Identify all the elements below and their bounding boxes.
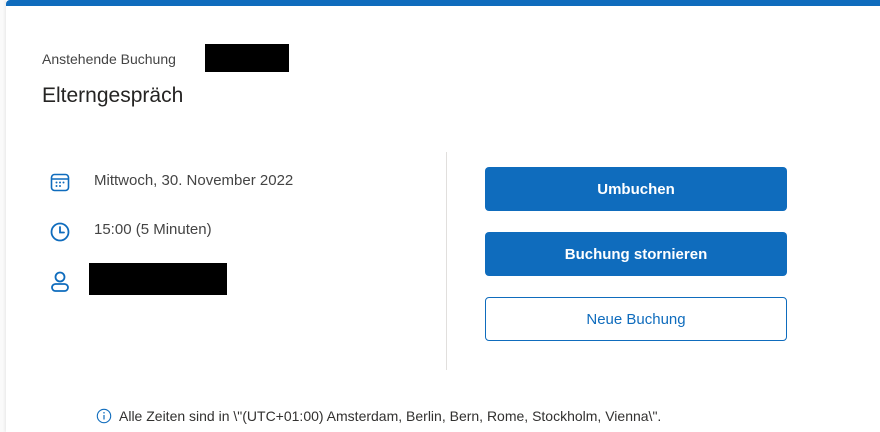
reschedule-button[interactable]: Umbuchen — [485, 167, 787, 211]
pending-booking-text: Anstehende Buchung — [42, 51, 176, 67]
booking-card: Anstehende Buchung Elterngespräch Mittwo… — [6, 0, 880, 432]
new-booking-button[interactable]: Neue Buchung — [485, 297, 787, 341]
booking-title: Elterngespräch — [42, 84, 184, 107]
redacted-name-block — [205, 44, 289, 72]
vertical-divider — [446, 152, 447, 370]
calendar-icon — [49, 171, 73, 195]
booking-time: 15:00 (5 Minuten) — [94, 221, 212, 238]
info-icon — [96, 408, 112, 424]
pending-booking-label: Anstehende Buchung — [42, 51, 176, 67]
timezone-note: Alle Zeiten sind in \"(UTC+01:00) Amster… — [96, 408, 661, 424]
redacted-person-block — [89, 263, 227, 295]
accent-bar — [6, 0, 880, 6]
clock-icon — [49, 221, 73, 245]
booking-date: Mittwoch, 30. November 2022 — [94, 172, 294, 189]
person-icon — [49, 270, 73, 294]
timezone-note-text: Alle Zeiten sind in \"(UTC+01:00) Amster… — [119, 408, 662, 424]
cancel-booking-button[interactable]: Buchung stornieren — [485, 232, 787, 276]
